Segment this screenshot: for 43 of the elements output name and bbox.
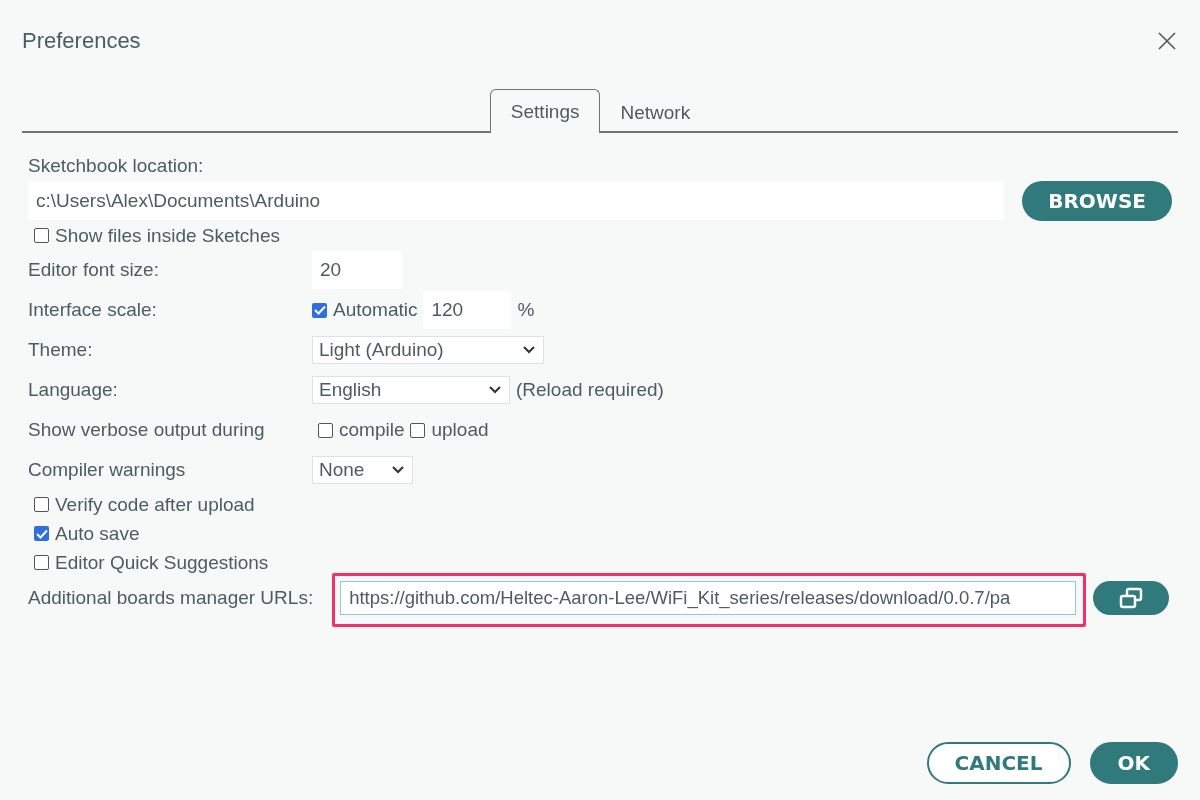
browse-button[interactable]: BROWSE xyxy=(1022,181,1172,221)
checkbox-label: Automatic xyxy=(333,299,418,321)
cancel-button[interactable]: CANCEL xyxy=(926,742,1071,784)
checkbox[interactable] xyxy=(34,228,49,243)
input-field[interactable]: c:\Users\Alex\Documents\Arduino xyxy=(28,182,1005,220)
checkbox-label: Auto save xyxy=(55,522,140,545)
checkbox[interactable] xyxy=(312,302,327,318)
dropdown[interactable]: Light (Arduino) xyxy=(312,336,544,364)
checkbox[interactable] xyxy=(34,497,49,512)
chevron-down-icon xyxy=(489,386,501,394)
field-label: Compiler warnings xyxy=(28,459,187,481)
chevron-down-icon xyxy=(392,466,404,474)
tab[interactable]: Settings xyxy=(489,89,601,133)
checkbox-label: upload xyxy=(431,419,489,441)
field-label: Sketchbook location: xyxy=(28,155,205,177)
checkbox-label: Verify code after upload xyxy=(55,493,255,516)
field-label: Additional boards manager URLs: xyxy=(28,587,314,609)
checkbox-label: compile xyxy=(339,419,405,441)
note-text: (Reload required) xyxy=(516,379,664,401)
input-field[interactable]: 120 xyxy=(423,291,512,329)
overlapping-squares-icon xyxy=(1118,587,1145,609)
close-icon[interactable] xyxy=(1156,30,1178,52)
chevron-down-icon xyxy=(523,346,535,354)
checkbox[interactable] xyxy=(410,422,426,438)
field-label: Interface scale: xyxy=(28,299,158,321)
unit-label: % xyxy=(517,299,535,321)
ok-button[interactable]: OK xyxy=(1089,742,1178,784)
checkbox[interactable] xyxy=(318,422,333,438)
input-field[interactable]: https://github.com/Heltec-Aaron-Lee/WiFi_Kit_series/releases/download/0.0.7/pa xyxy=(340,581,1077,615)
field-label: Editor font size: xyxy=(28,259,160,281)
field-label: Theme: xyxy=(28,339,94,361)
checkbox[interactable] xyxy=(34,555,49,570)
dropdown[interactable]: None xyxy=(312,456,413,484)
field-label: Language: xyxy=(28,379,119,401)
dropdown[interactable]: English xyxy=(312,376,510,404)
field-label: Show verbose output during xyxy=(28,419,266,441)
input-field[interactable]: 20 xyxy=(312,251,402,289)
dialog-title: Preferences xyxy=(22,28,141,54)
tab[interactable]: Network xyxy=(600,93,711,133)
checkbox-label: Editor Quick Suggestions xyxy=(55,551,269,574)
checkbox-label: Show files inside Sketches xyxy=(55,224,280,247)
expand-button[interactable] xyxy=(1093,581,1170,615)
checkbox[interactable] xyxy=(34,526,49,541)
